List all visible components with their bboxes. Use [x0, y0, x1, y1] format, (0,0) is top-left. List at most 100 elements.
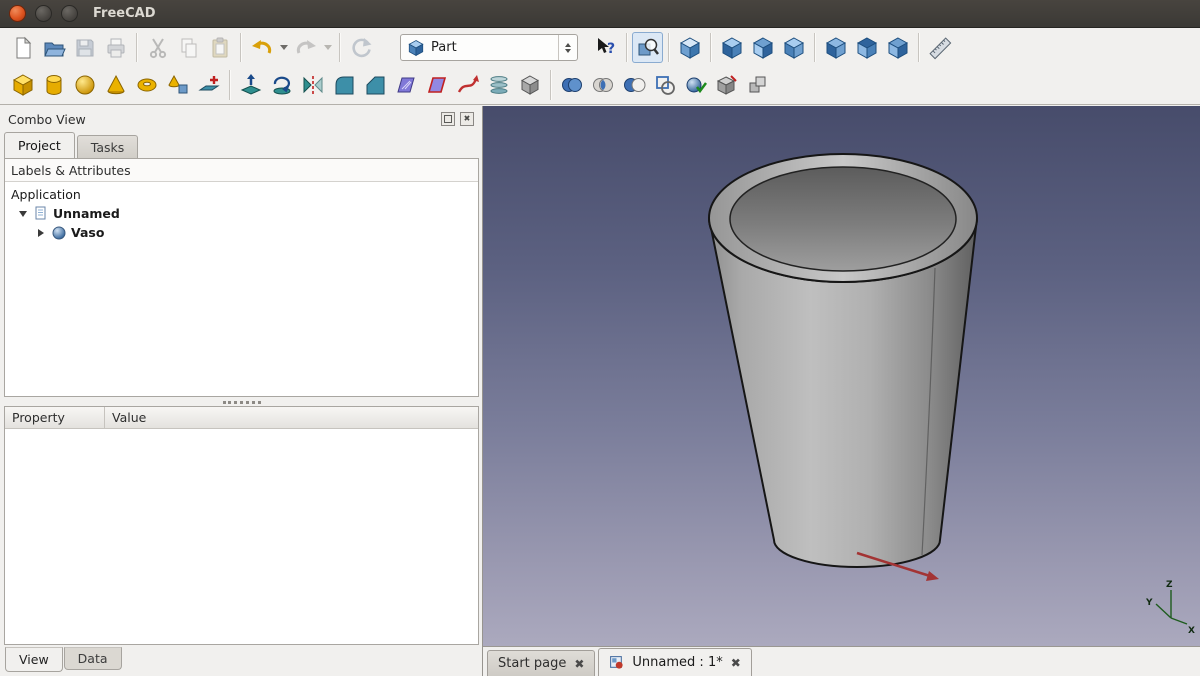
whats-this-button[interactable]: ? — [590, 32, 621, 63]
expander-open-icon[interactable] — [17, 211, 29, 217]
save-button[interactable] — [69, 32, 100, 63]
tab-project[interactable]: Project — [4, 132, 75, 158]
separator — [814, 33, 815, 62]
loft-button[interactable] — [421, 70, 452, 101]
top-view-button[interactable] — [747, 32, 778, 63]
window-close-button[interactable] — [9, 5, 26, 22]
save-icon — [73, 36, 97, 60]
3d-scene: Z Y X — [483, 106, 1200, 646]
ruled-surface-button[interactable] — [390, 70, 421, 101]
boolean-operation-button[interactable] — [649, 70, 680, 101]
window-minimize-button[interactable] — [35, 5, 52, 22]
fit-all-button[interactable] — [632, 32, 663, 63]
tab-data[interactable]: Data — [64, 647, 122, 670]
tab-start-page[interactable]: Start page ✖ — [487, 650, 595, 676]
copy-button[interactable] — [173, 32, 204, 63]
axis-indicator: Z Y X — [1145, 580, 1195, 636]
print-button[interactable] — [100, 32, 131, 63]
cylinder-button[interactable] — [38, 70, 69, 101]
box-button[interactable] — [7, 70, 38, 101]
make-compound-button[interactable] — [742, 70, 773, 101]
refresh-button[interactable] — [345, 32, 376, 63]
check-geometry-button[interactable] — [680, 70, 711, 101]
front-view-button[interactable] — [716, 32, 747, 63]
fillet-button[interactable] — [328, 70, 359, 101]
workbench-spinner[interactable] — [558, 35, 577, 60]
torus-button[interactable] — [131, 70, 162, 101]
offset-button[interactable] — [514, 70, 545, 101]
right-view-icon — [782, 36, 806, 60]
boolean-cut-button[interactable] — [618, 70, 649, 101]
mirror-icon — [301, 73, 325, 97]
undo-button[interactable] — [246, 32, 277, 63]
model-tree-frame: Labels & Attributes Application Unnamed … — [4, 158, 479, 397]
combo-view-close-button[interactable]: ✖ — [460, 112, 474, 126]
tab-tasks[interactable]: Tasks — [77, 135, 139, 158]
property-view-tabs: View Data — [5, 647, 123, 672]
revolve-button[interactable] — [266, 70, 297, 101]
defeaturing-button[interactable] — [711, 70, 742, 101]
left-view-button[interactable] — [882, 32, 913, 63]
tree-root-application[interactable]: Application — [5, 185, 478, 204]
undo-dropdown[interactable] — [277, 32, 290, 63]
tab-tasks-label: Tasks — [91, 140, 125, 155]
torus-primitive-icon — [135, 73, 159, 97]
toolbar-part-tools — [0, 66, 1200, 105]
part-sphere-icon — [52, 226, 66, 240]
tree-item-document[interactable]: Unnamed — [5, 204, 478, 223]
sweep-button[interactable] — [452, 70, 483, 101]
close-tab-icon[interactable]: ✖ — [731, 657, 741, 669]
create-primitives-icon — [166, 73, 190, 97]
freecad-document-icon — [609, 655, 624, 670]
sweep-icon — [456, 73, 480, 97]
3d-viewport[interactable]: Z Y X — [483, 106, 1200, 646]
new-document-button[interactable] — [7, 32, 38, 63]
measure-distance-button[interactable] — [924, 32, 955, 63]
axonometric-view-button[interactable] — [674, 32, 705, 63]
bottom-view-button[interactable] — [851, 32, 882, 63]
cone-button[interactable] — [100, 70, 131, 101]
redo-icon — [294, 36, 318, 60]
cross-sections-button[interactable] — [483, 70, 514, 101]
sphere-button[interactable] — [69, 70, 100, 101]
cone-primitive-icon — [104, 73, 128, 97]
rear-view-icon — [824, 36, 848, 60]
expander-closed-icon[interactable] — [35, 229, 47, 237]
vase-3d-object[interactable] — [709, 154, 977, 567]
create-primitives-button[interactable] — [162, 70, 193, 101]
chevron-down-icon — [324, 45, 332, 50]
chamfer-button[interactable] — [359, 70, 390, 101]
right-view-button[interactable] — [778, 32, 809, 63]
boolean-union-button[interactable] — [556, 70, 587, 101]
tab-view[interactable]: View — [5, 647, 63, 672]
mirror-button[interactable] — [297, 70, 328, 101]
boolean-common-button[interactable] — [587, 70, 618, 101]
left-view-icon — [886, 36, 910, 60]
extrude-button[interactable] — [235, 70, 266, 101]
boolean-cut-icon — [622, 73, 646, 97]
document-icon — [34, 206, 48, 221]
window-maximize-button[interactable] — [61, 5, 78, 22]
tab-unnamed-document[interactable]: Unnamed : 1* ✖ — [598, 648, 751, 676]
combo-view-float-button[interactable] — [441, 112, 455, 126]
redo-dropdown[interactable] — [321, 32, 334, 63]
float-icon — [444, 115, 452, 123]
chamfer-icon — [363, 73, 387, 97]
shape-builder-button[interactable] — [193, 70, 224, 101]
open-folder-button[interactable] — [38, 32, 69, 63]
tab-data-label: Data — [78, 651, 108, 666]
panel-splitter[interactable] — [4, 398, 479, 406]
paste-button[interactable] — [204, 32, 235, 63]
rear-view-button[interactable] — [820, 32, 851, 63]
labels-attributes-label: Labels & Attributes — [11, 163, 131, 178]
close-tab-icon[interactable]: ✖ — [574, 658, 584, 670]
redo-button[interactable] — [290, 32, 321, 63]
tab-project-label: Project — [18, 138, 61, 153]
workbench-selector[interactable]: Part — [400, 34, 578, 61]
cut-button[interactable] — [142, 32, 173, 63]
bottom-view-icon — [855, 36, 879, 60]
tree-item-feature[interactable]: Vaso — [5, 223, 478, 242]
tree-feature-label: Vaso — [71, 225, 104, 240]
open-folder-icon — [42, 36, 66, 60]
boolean-common-icon — [591, 73, 615, 97]
